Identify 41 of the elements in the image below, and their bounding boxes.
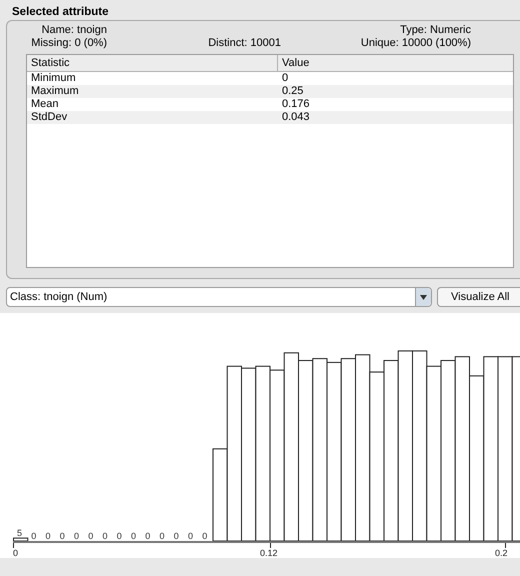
table-cell-text: 0.25 bbox=[281, 85, 304, 98]
count-label: 0 bbox=[31, 531, 36, 541]
table-cell-text: 0.043 bbox=[281, 111, 311, 124]
count-label: 0 bbox=[74, 531, 80, 541]
table-cell-text: Mean bbox=[30, 98, 60, 111]
table-cell-text: Minimum bbox=[30, 72, 77, 85]
dropdown-value: Class: tnoign (Num) bbox=[9, 290, 108, 305]
visualize-all-button[interactable]: Visualize All bbox=[437, 287, 520, 307]
column-header[interactable]: Statistic bbox=[27, 55, 278, 71]
count-label: 0 bbox=[188, 531, 194, 541]
count-label: 0 bbox=[46, 531, 51, 541]
count-label: 0 bbox=[160, 531, 165, 541]
axis-tick bbox=[505, 543, 506, 548]
count-label: 0 bbox=[116, 531, 122, 541]
distinct-count: Distinct: 10001 bbox=[208, 37, 281, 50]
unique-count: Unique: 10000 (100%) bbox=[360, 37, 471, 50]
table-cell-text: StdDev bbox=[30, 111, 68, 124]
tick-label: 0.2 bbox=[495, 548, 508, 558]
axis-tick bbox=[270, 543, 271, 548]
table-cell-text: 0.176 bbox=[281, 98, 311, 111]
tick-label: 0.12 bbox=[260, 548, 278, 558]
count-label: 0 bbox=[131, 531, 136, 541]
column-header[interactable]: Value bbox=[278, 55, 513, 71]
table-cell-text: 0 bbox=[281, 72, 290, 85]
count-label: 5 bbox=[17, 528, 22, 538]
histogram-bar bbox=[13, 538, 28, 542]
class-dropdown[interactable]: Class: tnoign (Num) bbox=[6, 287, 432, 307]
dropdown-arrow-icon bbox=[420, 294, 427, 300]
panel-title: Selected attribute bbox=[12, 6, 108, 18]
count-label: 0 bbox=[202, 531, 208, 541]
count-label: 0 bbox=[174, 531, 179, 541]
attribute-type: Type: Numeric bbox=[400, 24, 471, 37]
missing-count: Missing: 0 (0%) bbox=[31, 37, 107, 50]
count-label: 0 bbox=[88, 531, 94, 541]
count-label: 0 bbox=[102, 531, 108, 541]
tick-label: 0 bbox=[13, 548, 18, 558]
count-label: 0 bbox=[145, 531, 150, 541]
table-cell-text: Maximum bbox=[30, 85, 80, 98]
attribute-name: Name: tnoign bbox=[42, 24, 107, 37]
count-label: 0 bbox=[60, 531, 65, 541]
axis-tick bbox=[13, 543, 14, 548]
